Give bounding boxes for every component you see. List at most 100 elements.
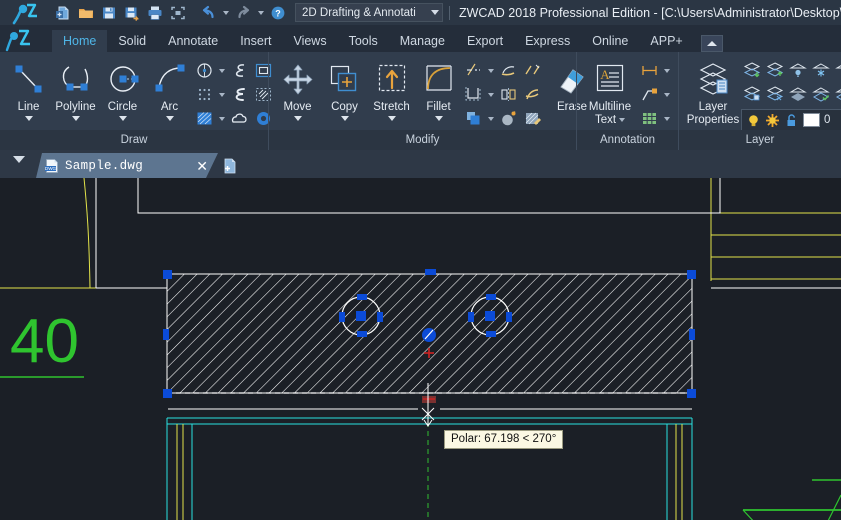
- help-button[interactable]: ?: [267, 2, 289, 23]
- modify-edit-hatch-button[interactable]: [521, 108, 544, 130]
- tab-annotate[interactable]: Annotate: [157, 30, 229, 52]
- tab-views[interactable]: Views: [282, 30, 337, 52]
- draw-polyline-edit-button[interactable]: [228, 84, 251, 106]
- document-tab-sample[interactable]: DWG Sample.dwg ✕: [36, 153, 218, 178]
- modify-mirror-button[interactable]: [497, 84, 520, 106]
- redo-dropdown[interactable]: [255, 2, 266, 23]
- plot-button[interactable]: [144, 2, 166, 23]
- sun-thaw-icon[interactable]: [765, 113, 780, 128]
- modify-move-button[interactable]: Move: [274, 56, 321, 130]
- layer-states-button[interactable]: [741, 82, 763, 106]
- modify-copy-button[interactable]: Copy: [321, 56, 368, 130]
- layer-match-icon: [766, 86, 784, 101]
- chevron-down-icon[interactable]: [293, 116, 302, 121]
- tab-express[interactable]: Express: [514, 30, 581, 52]
- layer-properties-icon: [693, 60, 733, 100]
- save-button[interactable]: [98, 2, 120, 23]
- modify-stretch-button[interactable]: Stretch: [368, 56, 415, 130]
- layer-unisolate-button[interactable]: [810, 82, 832, 106]
- plot-preview-button[interactable]: [167, 2, 189, 23]
- dimension-dropdown[interactable]: [662, 60, 672, 82]
- ellipse-dropdown[interactable]: [217, 60, 227, 82]
- redo-arrow-icon: [237, 5, 249, 18]
- modify-fillet-button[interactable]: Fillet: [415, 56, 462, 130]
- workspace-selector[interactable]: 2D Drafting & Annotati: [295, 3, 443, 22]
- close-icon[interactable]: ✕: [192, 159, 212, 173]
- layer-isolate-button[interactable]: [787, 82, 809, 106]
- draw-arc-button[interactable]: Arc: [146, 56, 193, 130]
- draw-hatch-button[interactable]: [193, 108, 216, 130]
- tab-app-plus[interactable]: APP+: [639, 30, 693, 52]
- layer-status-bar[interactable]: 0: [741, 109, 841, 131]
- collapse-ribbon-button[interactable]: [700, 35, 723, 52]
- draw-line-button[interactable]: Line: [5, 56, 52, 130]
- modify-explode-button[interactable]: [497, 108, 520, 130]
- ellipse-icon: [197, 63, 212, 78]
- app-logo[interactable]: [0, 0, 52, 25]
- tab-solid[interactable]: Solid: [107, 30, 157, 52]
- undo-button[interactable]: [197, 2, 219, 23]
- draw-revision-cloud-button[interactable]: [228, 108, 251, 130]
- offset-dropdown[interactable]: [486, 84, 496, 106]
- drawing-canvas[interactable]: 40: [0, 178, 841, 520]
- layer-lock-button[interactable]: [833, 58, 841, 82]
- annotation-leader-button[interactable]: [638, 84, 661, 106]
- open-document-button[interactable]: [75, 2, 97, 23]
- chevron-down-icon[interactable]: [24, 116, 33, 121]
- tab-home[interactable]: Home: [52, 30, 108, 52]
- annotation-multiline-text-button[interactable]: A Multiline Text: [582, 56, 638, 130]
- modify-trim-button[interactable]: [462, 60, 485, 82]
- tab-online[interactable]: Online: [581, 30, 639, 52]
- array-dropdown[interactable]: [486, 108, 496, 130]
- osnap-marker-secondary: [422, 396, 436, 403]
- layer-off-button[interactable]: [787, 58, 809, 82]
- chevron-down-icon[interactable]: [118, 116, 127, 121]
- layer-merge-button[interactable]: [833, 82, 841, 106]
- hatch-dropdown[interactable]: [217, 108, 227, 130]
- layer-freeze-button[interactable]: [810, 58, 832, 82]
- chevron-down-icon[interactable]: [71, 116, 80, 121]
- table-dropdown[interactable]: [662, 108, 672, 130]
- draw-circle-button[interactable]: Circle: [99, 56, 146, 130]
- layer-previous-button[interactable]: [764, 58, 786, 82]
- redo-button[interactable]: [232, 2, 254, 23]
- leader-dropdown[interactable]: [662, 84, 672, 106]
- point-dropdown[interactable]: [217, 84, 227, 106]
- tab-scroll-icon[interactable]: [13, 156, 25, 163]
- chevron-down-icon[interactable]: [619, 118, 626, 122]
- layer-properties-button[interactable]: Layer Properties: [685, 56, 741, 130]
- modify-join-button[interactable]: [521, 84, 544, 106]
- layer-match-button[interactable]: [764, 82, 786, 106]
- modify-offset-button[interactable]: [462, 84, 485, 106]
- chevron-down-icon[interactable]: [434, 116, 443, 121]
- draw-spline-button[interactable]: [228, 60, 251, 82]
- layer-color-swatch[interactable]: [803, 113, 820, 127]
- tab-insert[interactable]: Insert: [229, 30, 282, 52]
- unlocked-padlock-icon[interactable]: [784, 113, 799, 128]
- new-document-button[interactable]: [52, 2, 74, 23]
- chevron-down-icon[interactable]: [165, 116, 174, 121]
- annotation-dimension-button[interactable]: [638, 60, 661, 82]
- annotation-table-button[interactable]: [638, 108, 661, 130]
- save-as-button[interactable]: [121, 2, 143, 23]
- chevron-down-icon[interactable]: [387, 116, 396, 121]
- lightbulb-on-icon[interactable]: [746, 113, 761, 128]
- new-document-tab-button[interactable]: [219, 155, 241, 176]
- panel-title: Modify: [269, 130, 576, 150]
- draw-polyline-button[interactable]: Polyline: [52, 56, 99, 130]
- tab-tools[interactable]: Tools: [338, 30, 389, 52]
- button-label: Copy: [331, 101, 358, 113]
- svg-text:A: A: [600, 67, 610, 82]
- trim-dropdown[interactable]: [486, 60, 496, 82]
- modify-extend-button[interactable]: [497, 60, 520, 82]
- modify-array-button[interactable]: [462, 108, 485, 130]
- tab-manage[interactable]: Manage: [389, 30, 456, 52]
- draw-point-button[interactable]: [193, 84, 216, 106]
- draw-ellipse-button[interactable]: [193, 60, 216, 82]
- layer-make-current-button[interactable]: [741, 58, 763, 82]
- panel-annotation: A Multiline Text Annotation: [576, 52, 678, 150]
- tab-export[interactable]: Export: [456, 30, 514, 52]
- undo-dropdown[interactable]: [220, 2, 231, 23]
- chevron-down-icon[interactable]: [340, 116, 349, 121]
- modify-break-button[interactable]: [521, 60, 544, 82]
